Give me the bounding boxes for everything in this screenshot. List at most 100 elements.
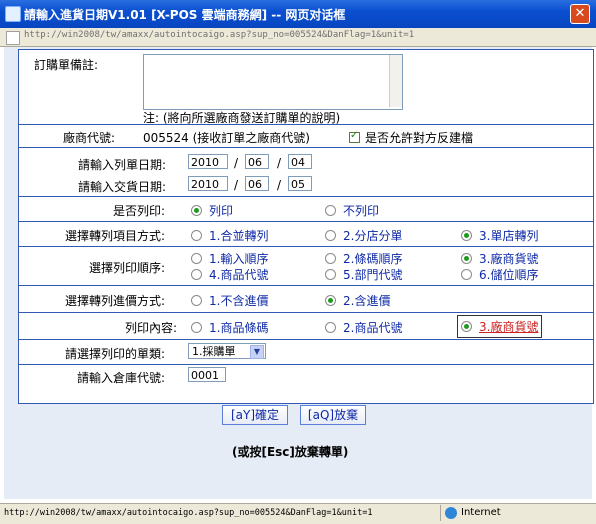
transfer-mode-label: 選擇轉列項目方式:	[65, 229, 166, 243]
dialog-content: 訂購單備註: 注: (將向所選廠商發送訂購單的說明) 廠商代號: 005524 …	[4, 47, 594, 499]
transfer-opt1-label: 1.合並轉列	[209, 229, 269, 243]
radio-icon	[461, 253, 472, 264]
radio-icon	[191, 269, 202, 280]
print-no-option[interactable]: 不列印	[325, 202, 379, 219]
radio-icon	[461, 230, 472, 241]
remark-note: 注: (將向所選廠商發送訂購單的說明)	[143, 111, 341, 125]
radio-icon	[461, 269, 472, 280]
remark-label: 訂購單備註:	[34, 58, 99, 72]
radio-icon	[325, 253, 336, 264]
content-opt2[interactable]: 2.商品代號	[325, 319, 402, 336]
order-opt5-label: 5.部門代號	[343, 268, 403, 282]
delivery-sep-2: /	[277, 178, 282, 192]
warehouse-label: 請輸入倉庫代號:	[77, 371, 166, 385]
radio-icon	[325, 269, 336, 280]
order-opt5[interactable]: 5.部門代號	[325, 266, 402, 283]
transfer-mode-row: 選擇轉列項目方式: 1.合並轉列 2.分店分單 3.單店轉列	[19, 222, 593, 247]
confirm-button[interactable]: [aY]確定	[222, 405, 288, 425]
address-bar: http://win2008/tw/amaxx/autointocaigo.as…	[0, 28, 596, 47]
order-opt1[interactable]: 1.輸入順序	[191, 250, 268, 267]
allow-feedback-label: 是否允許對方反建檔	[365, 131, 474, 145]
address-url: http://win2008/tw/amaxx/autointocaigo.as…	[24, 30, 415, 40]
radio-icon	[325, 205, 336, 216]
transfer-opt2-label: 2.分店分單	[343, 229, 403, 243]
vendor-row: 廠商代號: 005524 (接收訂單之廠商代號) 是否允許對方反建檔	[19, 125, 593, 148]
check-icon	[349, 130, 360, 143]
warehouse-input[interactable]: 0001	[188, 367, 226, 382]
warehouse-row: 請輸入倉庫代號: 0001	[19, 365, 593, 403]
delivery-sep-1: /	[234, 178, 239, 192]
order-opt2[interactable]: 2.條碼順序	[325, 250, 402, 267]
order-opt1-label: 1.輸入順序	[209, 252, 269, 266]
print-order-label: 選擇列印順序:	[89, 261, 166, 275]
status-url: http://win2008/tw/amaxx/autointocaigo.as…	[4, 508, 373, 518]
close-button[interactable]: ✕	[570, 4, 590, 24]
app-icon	[5, 6, 21, 22]
textarea-scrollbar[interactable]	[389, 55, 402, 107]
delivery-date-label: 請輸入交貨日期:	[78, 180, 167, 194]
print-option-label: 是否列印:	[113, 204, 166, 218]
print-content-label: 列印內容:	[125, 321, 178, 335]
price-mode-row: 選擇轉列進價方式: 1.不含進價 2.含進價	[19, 286, 593, 313]
radio-icon	[191, 253, 202, 264]
remark-row: 訂購單備註: 注: (將向所選廠商發送訂購單的說明)	[19, 50, 593, 125]
price-opt2-label: 2.含進價	[343, 294, 391, 308]
allow-feedback-checkbox[interactable]: 是否允許對方反建檔	[349, 129, 473, 146]
doc-type-value: 1.採購單	[192, 345, 236, 358]
form-panel: 訂購單備註: 注: (將向所選廠商發送訂購單的說明) 廠商代號: 005524 …	[18, 49, 594, 404]
page-icon	[6, 31, 20, 45]
esc-hint: (或按[Esc]放棄轉單)	[232, 445, 349, 459]
list-day-input[interactable]: 04	[288, 154, 312, 169]
doc-type-select[interactable]: 1.採購單 ▼	[188, 343, 266, 359]
chevron-down-icon[interactable]: ▼	[250, 345, 264, 359]
order-opt2-label: 2.條碼順序	[343, 252, 403, 266]
radio-icon	[191, 205, 202, 216]
doc-type-label: 請選擇列印的單類:	[65, 347, 166, 361]
transfer-opt1[interactable]: 1.合並轉列	[191, 227, 268, 244]
order-opt4-label: 4.商品代號	[209, 268, 269, 282]
print-yes-option[interactable]: 列印	[191, 202, 233, 219]
list-sep-2: /	[277, 156, 282, 170]
price-opt1-label: 1.不含進價	[209, 294, 269, 308]
radio-icon	[325, 230, 336, 241]
doc-type-row: 請選擇列印的單類: 1.採購單 ▼	[19, 340, 593, 365]
print-no-label: 不列印	[343, 204, 380, 218]
order-opt6-label: 6.儲位順序	[479, 268, 539, 282]
dates-row: 請輸入列單日期: 2010 / 06 / 04 請輸入交貨日期: 2010 / …	[19, 148, 593, 197]
delivery-month-input[interactable]: 06	[245, 176, 269, 191]
window-title: 請輸入進貨日期V1.01 [X-POS 雲端商務網] -- 网页对话框	[24, 8, 346, 22]
print-content-row: 列印內容: 1.商品條碼 2.商品代號 3.廠商貨號	[19, 313, 593, 340]
price-opt2[interactable]: 2.含進價	[325, 292, 390, 309]
title-bar: 請輸入進貨日期V1.01 [X-POS 雲端商務網] -- 网页对话框 ✕	[0, 0, 596, 28]
price-mode-label: 選擇轉列進價方式:	[65, 294, 166, 308]
list-year-input[interactable]: 2010	[188, 154, 228, 169]
list-month-input[interactable]: 06	[245, 154, 269, 169]
delivery-day-input[interactable]: 05	[288, 176, 312, 191]
order-opt6[interactable]: 6.儲位順序	[461, 266, 538, 283]
print-yes-label: 列印	[209, 204, 234, 218]
print-order-row: 選擇列印順序: 1.輸入順序 2.條碼順序 3.廠商貨號 4.商品代號 5.部門…	[19, 247, 593, 286]
remark-textarea[interactable]	[143, 54, 403, 110]
list-sep-1: /	[234, 156, 239, 170]
radio-icon	[191, 322, 202, 333]
print-option-row: 是否列印: 列印 不列印	[19, 197, 593, 222]
abandon-button[interactable]: [aQ]放棄	[300, 405, 366, 425]
globe-icon	[445, 507, 457, 519]
transfer-opt3-label: 3.單店轉列	[479, 229, 539, 243]
content-opt3[interactable]: 3.廠商貨號	[457, 315, 543, 338]
radio-icon	[191, 295, 202, 306]
price-opt1[interactable]: 1.不含進價	[191, 292, 268, 309]
vendor-value: 005524 (接收訂單之廠商代號)	[143, 131, 310, 145]
content-opt1-label: 1.商品條碼	[209, 321, 269, 335]
content-opt2-label: 2.商品代號	[343, 321, 403, 335]
delivery-year-input[interactable]: 2010	[188, 176, 228, 191]
security-zone: Internet	[440, 505, 591, 521]
zone-label: Internet	[461, 507, 501, 518]
radio-icon	[191, 230, 202, 241]
content-opt3-label: 3.廠商貨號	[479, 320, 539, 334]
content-opt1[interactable]: 1.商品條碼	[191, 319, 268, 336]
transfer-opt3[interactable]: 3.單店轉列	[461, 227, 538, 244]
transfer-opt2[interactable]: 2.分店分單	[325, 227, 402, 244]
order-opt4[interactable]: 4.商品代號	[191, 266, 268, 283]
order-opt3[interactable]: 3.廠商貨號	[461, 250, 538, 267]
